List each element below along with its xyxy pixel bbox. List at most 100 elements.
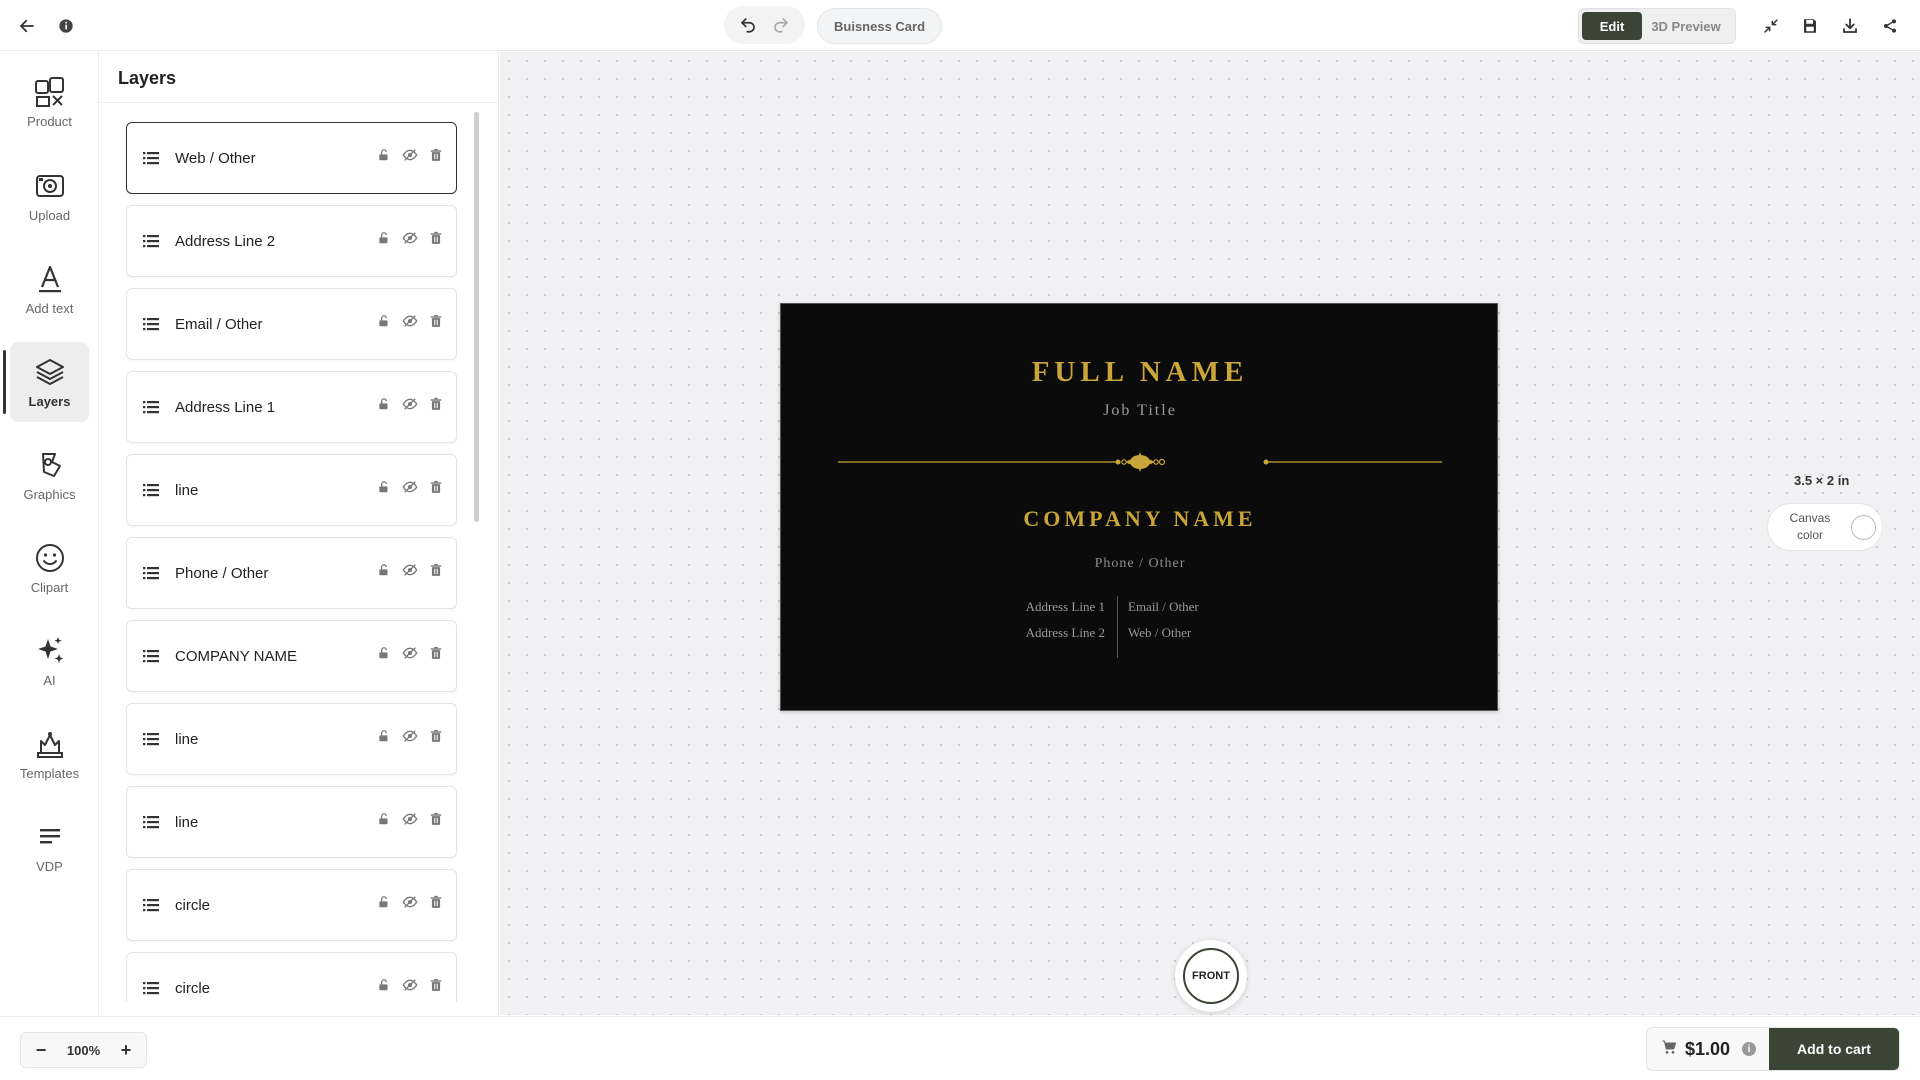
rail-item-vdp[interactable]: VDP <box>10 807 89 887</box>
card-email[interactable]: Email / Other <box>1128 599 1199 615</box>
redo-icon[interactable] <box>768 12 794 38</box>
rail-item-label: AI <box>43 673 56 688</box>
eye-off-icon[interactable] <box>400 892 420 912</box>
card-vertical-line[interactable] <box>1117 596 1118 658</box>
trash-icon[interactable] <box>426 145 446 165</box>
front-side-button[interactable]: FRONT <box>1175 940 1247 1012</box>
layer-actions <box>374 975 446 995</box>
unlock-icon[interactable] <box>374 809 394 829</box>
trash-icon[interactable] <box>426 643 446 663</box>
rail-item-add-text[interactable]: Add text <box>10 249 89 329</box>
business-card[interactable]: FULL NAME Job Title COMPANY NAME Phone /… <box>780 303 1498 711</box>
rail-item-templates[interactable]: Templates <box>10 714 89 794</box>
drag-handle-icon[interactable] <box>143 316 159 332</box>
layer-item[interactable]: circle <box>126 869 457 941</box>
zoom-out-button[interactable]: − <box>31 1040 51 1060</box>
zoom-in-button[interactable]: + <box>116 1040 136 1060</box>
unlock-icon[interactable] <box>374 228 394 248</box>
unlock-icon[interactable] <box>374 394 394 414</box>
unlock-icon[interactable] <box>374 726 394 746</box>
top-bar: Buisness Card Edit 3D Preview <box>0 0 1920 51</box>
add-to-cart-button[interactable]: Add to cart <box>1769 1028 1899 1070</box>
eye-off-icon[interactable] <box>400 228 420 248</box>
drag-handle-icon[interactable] <box>143 482 159 498</box>
card-web[interactable]: Web / Other <box>1128 625 1191 641</box>
eye-off-icon[interactable] <box>400 975 420 995</box>
eye-off-icon[interactable] <box>400 726 420 746</box>
edit-mode-button[interactable]: Edit <box>1582 12 1642 40</box>
drag-handle-icon[interactable] <box>143 814 159 830</box>
layer-item[interactable]: Phone / Other <box>126 537 457 609</box>
card-phone[interactable]: Phone / Other <box>781 556 1499 572</box>
card-job-title[interactable]: Job Title <box>781 402 1499 420</box>
share-icon[interactable] <box>1877 13 1903 39</box>
layer-item[interactable]: Address Line 1 <box>126 371 457 443</box>
eye-off-icon[interactable] <box>400 311 420 331</box>
drag-handle-icon[interactable] <box>143 731 159 747</box>
layer-item[interactable]: line <box>126 454 457 526</box>
eye-off-icon[interactable] <box>400 477 420 497</box>
trash-icon[interactable] <box>426 477 446 497</box>
rail-item-ai[interactable]: AI <box>10 621 89 701</box>
info-icon[interactable] <box>53 13 79 39</box>
drag-handle-icon[interactable] <box>143 648 159 664</box>
ornament-divider[interactable] <box>836 452 1444 472</box>
rail-item-layers[interactable]: Layers <box>3 342 89 422</box>
unlock-icon[interactable] <box>374 145 394 165</box>
trash-icon[interactable] <box>426 228 446 248</box>
trash-icon[interactable] <box>426 560 446 580</box>
eye-off-icon[interactable] <box>400 145 420 165</box>
eye-off-icon[interactable] <box>400 394 420 414</box>
trash-icon[interactable] <box>426 975 446 995</box>
trash-icon[interactable] <box>426 726 446 746</box>
layers-scrollbar[interactable] <box>474 112 479 522</box>
unlock-icon[interactable] <box>374 643 394 663</box>
layer-item[interactable]: circle <box>126 952 457 1002</box>
unlock-icon[interactable] <box>374 975 394 995</box>
canvas-color-button[interactable]: Canvas color <box>1767 503 1883 551</box>
layer-item[interactable]: Address Line 2 <box>126 205 457 277</box>
layer-item[interactable]: COMPANY NAME <box>126 620 457 692</box>
drag-handle-icon[interactable] <box>143 399 159 415</box>
rail-item-graphics[interactable]: Graphics <box>10 435 89 515</box>
arrow-left-icon[interactable] <box>14 13 40 39</box>
drag-handle-icon[interactable] <box>143 980 159 996</box>
layer-actions <box>374 892 446 912</box>
unlock-icon[interactable] <box>374 311 394 331</box>
layer-item[interactable]: Email / Other <box>126 288 457 360</box>
rail-item-product[interactable]: Product <box>10 62 89 142</box>
unlock-icon[interactable] <box>374 477 394 497</box>
card-address-line-1[interactable]: Address Line 1 <box>1026 599 1105 615</box>
save-icon[interactable] <box>1797 13 1823 39</box>
download-icon[interactable] <box>1837 13 1863 39</box>
drag-handle-icon[interactable] <box>143 897 159 913</box>
trash-icon[interactable] <box>426 394 446 414</box>
rail-item-clipart[interactable]: Clipart <box>10 528 89 608</box>
layer-item[interactable]: Web / Other <box>126 122 457 194</box>
unlock-icon[interactable] <box>374 560 394 580</box>
layer-item[interactable]: line <box>126 786 457 858</box>
canvas-color-swatch[interactable] <box>1851 515 1876 540</box>
undo-icon[interactable] <box>735 12 761 38</box>
eye-off-icon[interactable] <box>400 809 420 829</box>
3d-preview-button[interactable]: 3D Preview <box>1642 12 1730 40</box>
drag-handle-icon[interactable] <box>143 565 159 581</box>
eye-off-icon[interactable] <box>400 560 420 580</box>
trash-icon[interactable] <box>426 311 446 331</box>
drag-handle-icon[interactable] <box>143 233 159 249</box>
layer-item[interactable]: line <box>126 703 457 775</box>
price-display: $1.00 i <box>1647 1028 1767 1070</box>
card-address-line-2[interactable]: Address Line 2 <box>1026 625 1105 641</box>
trash-icon[interactable] <box>426 892 446 912</box>
layer-name: COMPANY NAME <box>175 647 297 665</box>
document-title[interactable]: Buisness Card <box>817 8 943 44</box>
card-company-name[interactable]: COMPANY NAME <box>781 506 1499 532</box>
rail-item-upload[interactable]: Upload <box>10 156 89 236</box>
card-full-name[interactable]: FULL NAME <box>781 356 1499 389</box>
unlock-icon[interactable] <box>374 892 394 912</box>
collapse-icon[interactable] <box>1758 13 1784 39</box>
eye-off-icon[interactable] <box>400 643 420 663</box>
trash-icon[interactable] <box>426 809 446 829</box>
drag-handle-icon[interactable] <box>143 150 159 166</box>
price-info-icon[interactable]: i <box>1742 1042 1757 1056</box>
